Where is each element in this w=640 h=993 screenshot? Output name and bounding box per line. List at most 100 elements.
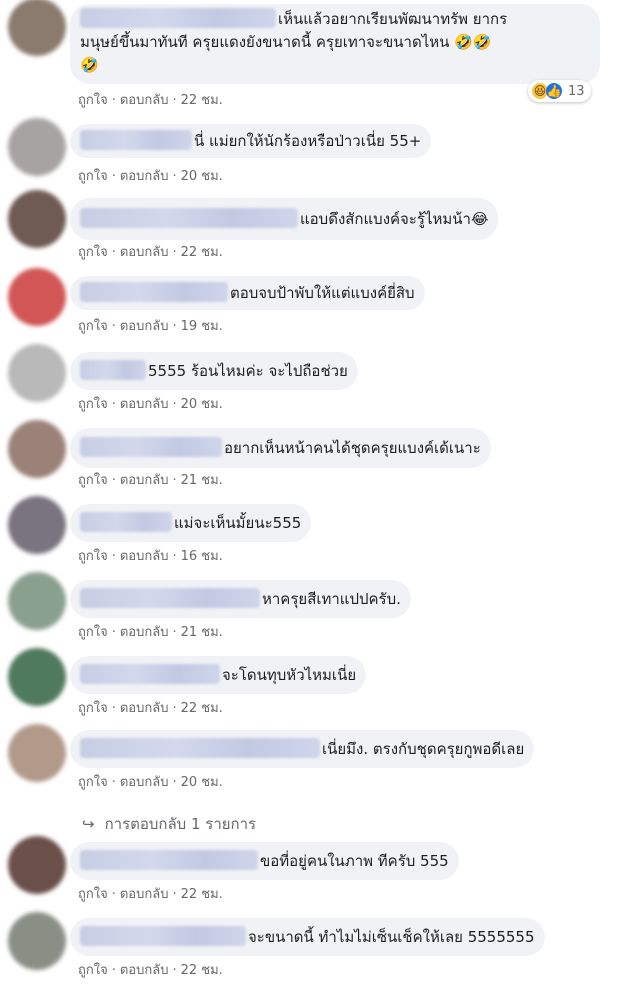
comment-bubble: จะขนาดนี้ ทำไมไม่เซ็นเช็คให้เลย 5555555 [70, 918, 545, 956]
reply-link[interactable]: ตอบกลับ [120, 625, 169, 640]
like-link[interactable]: ถูกใจ [78, 245, 108, 260]
timestamp[interactable]: 20 ชม. [181, 775, 223, 790]
like-link[interactable]: ถูกใจ [78, 625, 108, 640]
comment-text: 5555 ร้อนไหมค่ะ จะไปถือช่วย [148, 362, 348, 380]
comment-text: หาครุยสีเทาแปปครับ. [262, 590, 401, 608]
timestamp[interactable]: 22 ชม. [181, 887, 223, 902]
timestamp[interactable]: 21 ชม. [181, 473, 223, 488]
comment-bubble: จะโดนทุบหัวไหมเนี่ย [70, 656, 367, 694]
avatar[interactable] [8, 496, 66, 554]
comment-bubble: อยากเห็นหน้าคนได้ชุดครุยแบงค์เด้เนาะ [70, 428, 491, 468]
reaction-count: 13 [568, 83, 585, 99]
timestamp[interactable]: 22 ชม. [181, 963, 223, 978]
reply-link[interactable]: ตอบกลับ [120, 93, 169, 108]
avatar[interactable] [8, 836, 66, 894]
timestamp[interactable]: 21 ชม. [181, 625, 223, 640]
comment-text: จะขนาดนี้ ทำไมไม่เซ็นเช็คให้เลย 5555555 [248, 928, 535, 946]
timestamp[interactable]: 22 ชม. [181, 93, 223, 108]
comment-text: นี่ แม่ยกให้นักร้องหรือป่าวเนี่ย 55+ [194, 132, 422, 150]
timestamp[interactable]: 22 ชม. [181, 701, 223, 716]
blurred-commenter-name[interactable] [80, 208, 298, 228]
comment-actions: ถูกใจ · ตอบกลับ · 20 ชม. [78, 397, 223, 412]
reply-link[interactable]: ตอบกลับ [120, 397, 169, 412]
comment-text: ขอที่อยู่คนในภาพ ทีครับ 555 [260, 852, 449, 870]
comment-actions: ถูกใจ · ตอบกลับ · 20 ชม. [78, 775, 223, 790]
comment-bubble: แม่จะเห็นมั้ยนะ555 [70, 504, 312, 542]
avatar[interactable] [8, 648, 66, 706]
comment-actions: ถูกใจ · ตอบกลับ · 22 ชม. [78, 963, 223, 978]
comment-bubble: ขอที่อยู่คนในภาพ ทีครับ 555 [70, 842, 459, 880]
comment-text: เห็นแล้วอยากเรียนพัฒนาทรัพ ยากร [278, 10, 508, 28]
comment-text: ตอบจบป้าพับให้แต่แบงค์ยี่สิบ [230, 284, 415, 302]
blurred-commenter-name[interactable] [80, 664, 220, 684]
comment-text: เนี่ยมึง. ตรงกับชุดครุยกูพอดีเลย [322, 740, 525, 758]
like-link[interactable]: ถูกใจ [78, 93, 108, 108]
avatar[interactable] [8, 724, 66, 782]
like-link[interactable]: ถูกใจ [78, 473, 108, 488]
avatar[interactable] [8, 118, 66, 176]
comment-bubble: นี่ แม่ยกให้นักร้องหรือป่าวเนี่ย 55+ [70, 124, 432, 158]
like-link[interactable]: ถูกใจ [78, 169, 108, 184]
replies-label: การตอบกลับ 1 รายการ [104, 815, 257, 833]
timestamp[interactable]: 22 ชม. [181, 245, 223, 260]
avatar[interactable] [8, 572, 66, 630]
comment-actions: ถูกใจ · ตอบกลับ · 19 ชม. [78, 319, 223, 334]
reply-arrow-icon: ↪ [82, 815, 95, 833]
reply-link[interactable]: ตอบกลับ [120, 319, 169, 334]
timestamp[interactable]: 20 ชม. [181, 397, 223, 412]
reply-link[interactable]: ตอบกลับ [120, 549, 169, 564]
like-reaction-icon: 👍 [546, 83, 562, 99]
like-link[interactable]: ถูกใจ [78, 775, 108, 790]
reply-link[interactable]: ตอบกลับ [120, 701, 169, 716]
comment-bubble: หาครุยสีเทาแปปครับ. [70, 580, 411, 618]
blurred-commenter-name[interactable] [80, 926, 246, 946]
comment-text: แม่จะเห็นมั้ยนะ555 [174, 514, 302, 532]
blurred-commenter-name[interactable] [80, 850, 258, 870]
comment-text: แอบดึงสักแบงค์จะรู้ไหมน้า😂 [300, 210, 489, 228]
comment-actions: ถูกใจ · ตอบกลับ · 22 ชม. [78, 93, 223, 108]
reply-link[interactable]: ตอบกลับ [120, 887, 169, 902]
avatar[interactable] [8, 268, 66, 326]
blurred-commenter-name[interactable] [80, 8, 276, 28]
blurred-commenter-name[interactable] [80, 360, 146, 380]
like-link[interactable]: ถูกใจ [78, 319, 108, 334]
reply-link[interactable]: ตอบกลับ [120, 963, 169, 978]
blurred-commenter-name[interactable] [80, 512, 172, 532]
comment-bubble: เนี่ยมึง. ตรงกับชุดครุยกูพอดีเลย [70, 730, 535, 768]
comment-bubble: ตอบจบป้าพับให้แต่แบงค์ยี่สิบ [70, 276, 425, 310]
blurred-commenter-name[interactable] [80, 282, 228, 302]
comment-actions: ถูกใจ · ตอบกลับ · 21 ชม. [78, 625, 223, 640]
reply-link[interactable]: ตอบกลับ [120, 473, 169, 488]
timestamp[interactable]: 16 ชม. [181, 549, 223, 564]
like-link[interactable]: ถูกใจ [78, 887, 108, 902]
comment-actions: ถูกใจ · ตอบกลับ · 22 ชม. [78, 887, 223, 902]
blurred-commenter-name[interactable] [80, 588, 260, 608]
comment-actions: ถูกใจ · ตอบกลับ · 22 ชม. [78, 701, 223, 716]
avatar[interactable] [8, 912, 66, 970]
reply-link[interactable]: ตอบกลับ [120, 169, 169, 184]
like-link[interactable]: ถูกใจ [78, 963, 108, 978]
avatar[interactable] [8, 420, 66, 478]
like-link[interactable]: ถูกใจ [78, 397, 108, 412]
comment-actions: ถูกใจ · ตอบกลับ · 22 ชม. [78, 245, 223, 260]
blurred-commenter-name[interactable] [80, 130, 192, 150]
like-link[interactable]: ถูกใจ [78, 701, 108, 716]
reaction-summary[interactable]: 😆 👍 13 [528, 80, 591, 102]
avatar[interactable] [8, 0, 66, 56]
comment-text-line3: 🤣 [80, 56, 99, 74]
reply-link[interactable]: ตอบกลับ [120, 775, 169, 790]
timestamp[interactable]: 19 ชม. [181, 319, 223, 334]
avatar[interactable] [8, 190, 66, 248]
comment-bubble: 5555 ร้อนไหมค่ะ จะไปถือช่วย [70, 352, 358, 390]
comment-bubble: เห็นแล้วอยากเรียนพัฒนาทรัพ ยากร มนุษย์ขึ… [70, 4, 600, 84]
reply-link[interactable]: ตอบกลับ [120, 245, 169, 260]
timestamp[interactable]: 20 ชม. [181, 169, 223, 184]
avatar[interactable] [8, 344, 66, 402]
comment-actions: ถูกใจ · ตอบกลับ · 21 ชม. [78, 473, 223, 488]
blurred-commenter-name[interactable] [80, 738, 320, 758]
comment-actions: ถูกใจ · ตอบกลับ · 20 ชม. [78, 169, 223, 184]
like-link[interactable]: ถูกใจ [78, 549, 108, 564]
view-replies-link[interactable]: ↪ การตอบกลับ 1 รายการ [82, 812, 256, 836]
comment-text: จะโดนทุบหัวไหมเนี่ย [222, 666, 357, 684]
blurred-commenter-name[interactable] [80, 437, 222, 457]
